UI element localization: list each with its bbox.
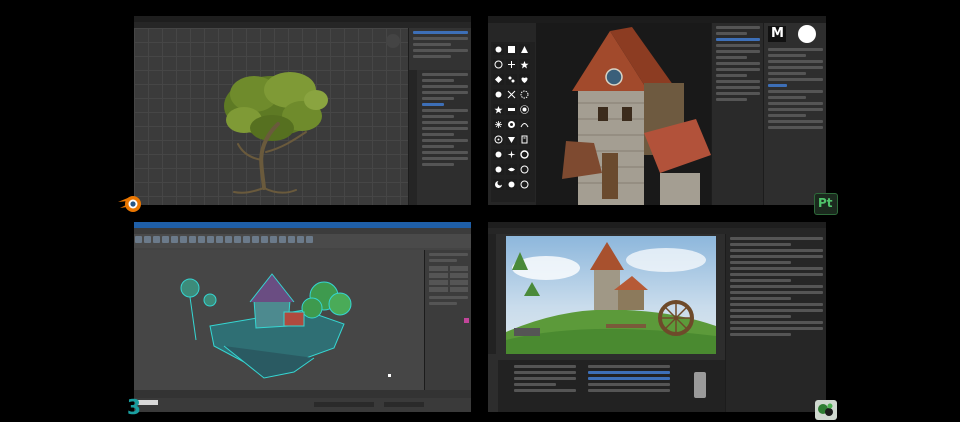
marmoset-asset-browser[interactable] [498,354,725,412]
brush-shape-preview[interactable] [798,25,816,43]
blender-gizmo[interactable] [386,34,400,48]
painter-title-bar [488,16,826,23]
painter-window: M [488,16,826,205]
painter-layer-stack[interactable] [711,23,764,205]
painter-app-badge: Pt [814,193,838,215]
max-toolbar[interactable] [134,234,471,248]
material-preview-tile[interactable] [694,372,706,398]
marmoset-logo-icon [815,400,837,420]
painter-viewport[interactable] [536,23,711,205]
max-window [134,222,471,412]
max-badge-text: 3 [127,395,141,419]
floating-island-model [180,273,352,379]
max-status-bar [134,398,471,412]
painter-brush-shelf[interactable] [491,42,535,202]
marmoset-tool-strip[interactable] [488,234,496,354]
max-timeline[interactable] [134,390,471,398]
max-viewport[interactable] [134,250,424,390]
painter-properties[interactable]: M [763,23,826,205]
mill-scene [506,242,716,354]
brush-alpha-label: M [771,26,784,41]
blender-window [134,16,471,205]
max-app-badge: 3 [127,395,141,419]
marmoset-viewport[interactable] [506,236,716,354]
house-model [562,27,711,205]
marmoset-scene-outliner[interactable] [725,234,826,412]
max-cursor [388,374,391,377]
max-command-panel[interactable] [424,250,471,390]
blender-properties[interactable] [408,70,471,205]
blender-outliner[interactable] [408,28,471,70]
marmoset-window [488,222,826,412]
painter-badge-text: Pt [818,196,833,210]
blender-viewport[interactable] [134,28,408,205]
blender-logo-icon [116,193,146,217]
max-color-swatch[interactable] [464,318,469,323]
tree-model [224,72,328,194]
